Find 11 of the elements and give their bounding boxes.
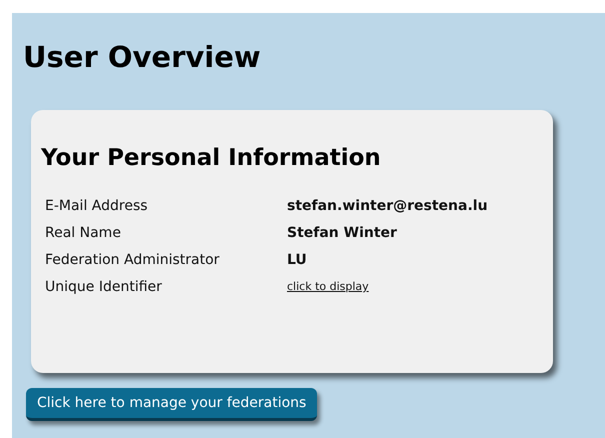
manage-federations-button[interactable]: Click here to manage your federations (26, 388, 318, 421)
page-title: User Overview (23, 39, 261, 75)
field-value: stefan.winter@restena.lu (287, 197, 488, 216)
field-value: Stefan Winter (287, 224, 397, 243)
display-link[interactable]: click to display (287, 277, 369, 297)
field-value: LU (287, 251, 307, 270)
field-label: Unique Identifier (45, 278, 162, 297)
field-label: Real Name (45, 224, 121, 243)
card-title: Your Personal Information (41, 144, 381, 172)
field-label: Federation Administrator (45, 251, 220, 270)
field-label: E-Mail Address (45, 197, 148, 216)
